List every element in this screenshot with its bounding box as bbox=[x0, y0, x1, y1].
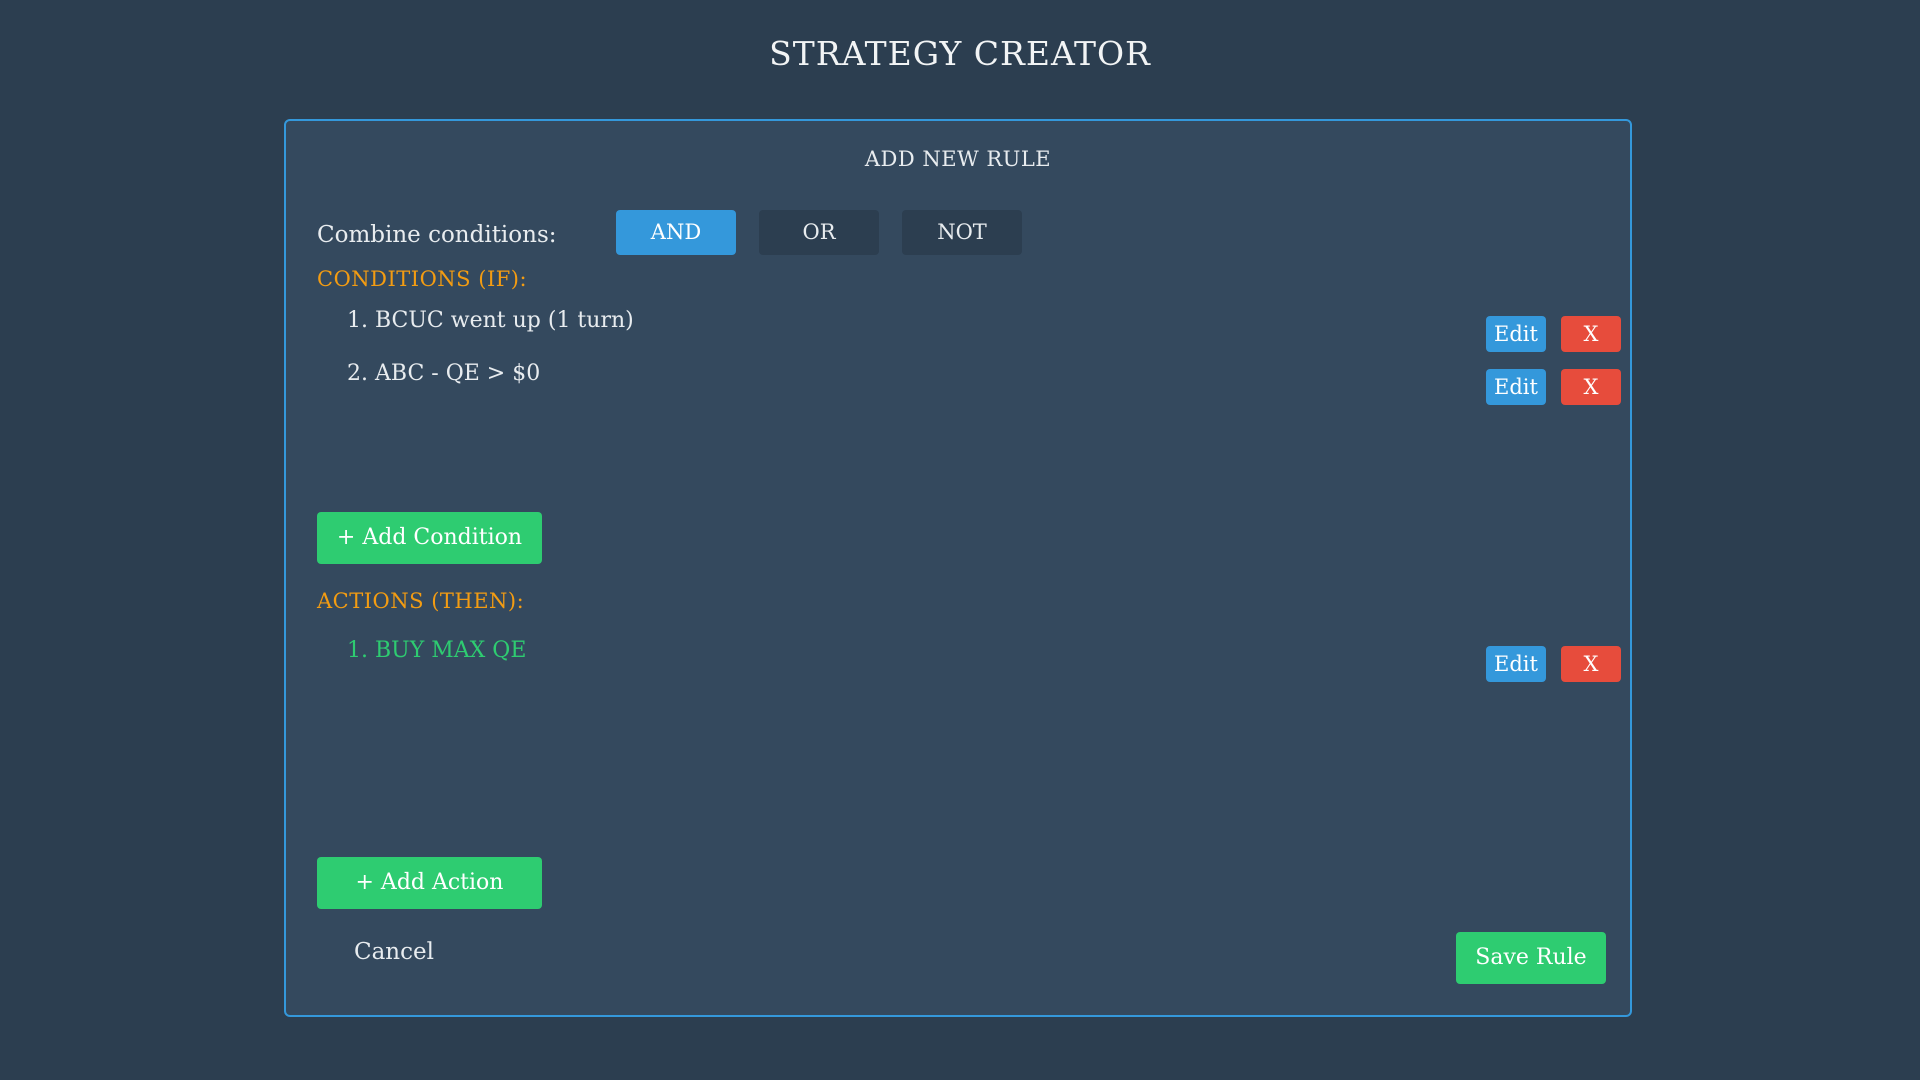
edit-condition-2-button[interactable]: Edit bbox=[1486, 369, 1546, 405]
cancel-button[interactable]: Cancel bbox=[354, 939, 434, 965]
edit-action-1-button[interactable]: Edit bbox=[1486, 646, 1546, 682]
delete-condition-2-button[interactable]: X bbox=[1561, 369, 1621, 405]
delete-action-1-button[interactable]: X bbox=[1561, 646, 1621, 682]
combine-or-button[interactable]: OR bbox=[759, 210, 879, 255]
combine-and-button[interactable]: AND bbox=[616, 210, 736, 255]
save-rule-button[interactable]: Save Rule bbox=[1456, 932, 1606, 984]
condition-item-1: 1. BCUC went up (1 turn) bbox=[347, 308, 634, 333]
actions-label: ACTIONS (THEN): bbox=[317, 589, 525, 613]
add-rule-panel: ADD NEW RULE Combine conditions: AND OR … bbox=[284, 119, 1632, 1017]
condition-item-2: 2. ABC - QE > $0 bbox=[347, 361, 541, 386]
combine-not-button[interactable]: NOT bbox=[902, 210, 1022, 255]
combine-conditions-label: Combine conditions: bbox=[317, 222, 557, 248]
add-condition-button[interactable]: + Add Condition bbox=[317, 512, 542, 564]
action-item-1: 1. BUY MAX QE bbox=[347, 638, 527, 663]
add-action-button[interactable]: + Add Action bbox=[317, 857, 542, 909]
edit-condition-1-button[interactable]: Edit bbox=[1486, 316, 1546, 352]
delete-condition-1-button[interactable]: X bbox=[1561, 316, 1621, 352]
page-title: STRATEGY CREATOR bbox=[769, 34, 1151, 73]
panel-title: ADD NEW RULE bbox=[864, 147, 1052, 171]
conditions-label: CONDITIONS (IF): bbox=[317, 267, 528, 291]
